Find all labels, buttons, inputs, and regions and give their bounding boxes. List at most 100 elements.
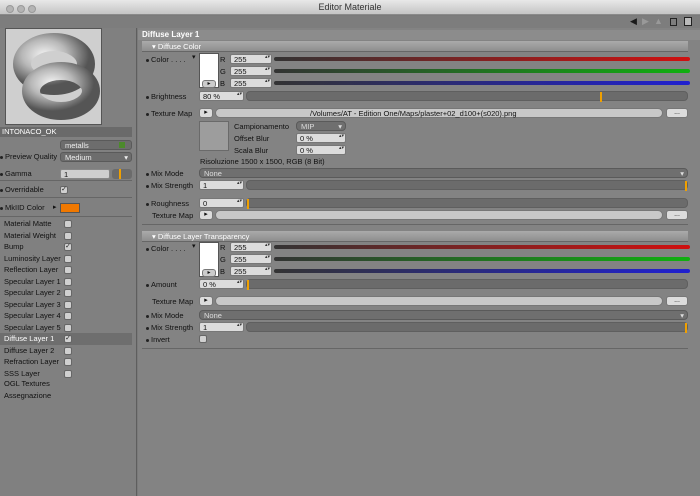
blue-slider[interactable] (274, 81, 690, 85)
channel-checkbox[interactable] (64, 289, 72, 297)
minimize-window-button[interactable] (17, 5, 25, 13)
amount-slider-handle[interactable] (247, 280, 249, 290)
campionamento-select[interactable]: MIP ▾ (296, 121, 346, 131)
blue-slider[interactable] (274, 269, 690, 273)
lock-icon[interactable] (670, 18, 677, 26)
color-menu-arrow-icon[interactable]: ▾ (192, 242, 196, 250)
channel-checkbox[interactable] (64, 358, 72, 366)
red-value-input[interactable]: 255 (230, 242, 272, 252)
material-preview[interactable] (5, 28, 102, 125)
channel-checkbox[interactable] (64, 220, 72, 228)
channel-item[interactable]: Luminosity Layer (0, 253, 132, 265)
brightness-slider[interactable] (246, 91, 688, 102)
animation-dot-icon[interactable] (146, 326, 149, 330)
invert-checkbox[interactable] (199, 335, 207, 343)
channel-checkbox[interactable] (64, 346, 72, 355)
amount-input[interactable]: 0 % (199, 279, 244, 289)
gamma-input[interactable]: 1 (60, 169, 110, 179)
channel-checkbox[interactable] (64, 369, 72, 378)
texture-menu-button[interactable]: ▸ (199, 108, 213, 118)
material-name[interactable]: INTONACO_OK (0, 127, 132, 137)
channel-checkbox[interactable] (64, 254, 72, 263)
channel-item[interactable]: Reflection Layer (0, 264, 132, 276)
amount-slider[interactable] (246, 279, 688, 290)
red-value-input[interactable]: 255 (230, 54, 272, 64)
animation-dot-icon[interactable] (146, 247, 149, 251)
texture-path-field[interactable]: /Volumes/AT - Edition One/Maps/plaster+0… (215, 108, 663, 118)
channel-checkbox[interactable] (64, 231, 72, 240)
texture-thumbnail[interactable] (199, 121, 229, 151)
transparency-texture-browse-button[interactable]: ... (666, 296, 688, 306)
green-value-input[interactable]: 255 (230, 66, 272, 76)
green-slider[interactable] (274, 257, 690, 261)
overridable-checkbox[interactable]: ✓ (60, 186, 68, 194)
channel-item[interactable]: Specular Layer 3 (0, 299, 132, 311)
new-window-icon[interactable] (684, 17, 692, 26)
expand-arrow-icon[interactable]: ▸ (53, 202, 57, 214)
animation-dot-icon[interactable] (0, 206, 3, 210)
channel-item[interactable]: Material Matte (0, 218, 132, 230)
brightness-slider-handle[interactable] (600, 92, 602, 102)
roughness-input[interactable]: 0 (199, 198, 244, 208)
channel-item[interactable]: Specular Layer 5 (0, 322, 132, 334)
offset-blur-input[interactable]: 0 % (296, 133, 346, 143)
channel-item[interactable]: Specular Layer 2 (0, 287, 132, 299)
animation-dot-icon[interactable] (146, 314, 149, 318)
back-arrow-icon[interactable]: ◀ (630, 16, 637, 27)
roughness-texture-path-field[interactable] (215, 210, 663, 220)
up-arrow-icon[interactable]: ▲ (654, 16, 663, 26)
color-menu-arrow-icon[interactable]: ▾ (192, 53, 196, 61)
animation-dot-icon[interactable] (0, 172, 3, 176)
channel-item[interactable]: Specular Layer 1 (0, 276, 132, 288)
transparency-texture-menu-button[interactable]: ▸ (199, 296, 213, 306)
channel-item[interactable]: Refraction Layer (0, 356, 132, 368)
channel-item[interactable]: Diffuse Layer 2 (0, 345, 132, 357)
animation-dot-icon[interactable] (146, 283, 149, 287)
animation-dot-icon[interactable] (146, 202, 149, 206)
channel-checkbox[interactable] (64, 312, 72, 320)
mix-strength-slider-handle[interactable] (685, 181, 687, 191)
ogl-textures-item[interactable]: OGL Textures (4, 378, 50, 390)
mip-color-swatch[interactable] (60, 203, 80, 213)
close-window-button[interactable] (6, 5, 14, 13)
animation-dot-icon[interactable] (146, 338, 149, 342)
animation-dot-icon[interactable] (0, 188, 3, 192)
roughness-slider-handle[interactable] (247, 199, 249, 209)
animation-dot-icon[interactable] (146, 58, 149, 62)
green-value-input[interactable]: 255 (230, 254, 272, 264)
zoom-window-button[interactable] (28, 5, 36, 13)
brightness-input[interactable]: 80 % (199, 91, 244, 101)
transparency-section-header[interactable]: ▾ Diffuse Layer Transparency (142, 231, 688, 242)
assegnazione-item[interactable]: Assegnazione (4, 390, 51, 402)
animation-dot-icon[interactable] (146, 172, 149, 176)
scala-blur-input[interactable]: 0 % (296, 145, 346, 155)
channel-item[interactable]: Diffuse Layer 1 ✓ (0, 333, 132, 345)
green-slider[interactable] (274, 69, 690, 73)
channel-checkbox[interactable]: ✓ (64, 335, 72, 343)
roughness-texture-menu-button[interactable]: ▸ (199, 210, 213, 220)
channel-checkbox[interactable] (64, 323, 72, 332)
channel-checkbox[interactable] (64, 300, 72, 309)
texture-browse-button[interactable]: ... (666, 108, 688, 118)
gamma-slider-handle[interactable] (119, 169, 121, 179)
channel-checkbox[interactable] (64, 266, 72, 274)
preview-quality-select[interactable]: Medium ▾ (60, 152, 132, 162)
diffuse-color-section-header[interactable]: ▾ Diffuse Color (142, 41, 688, 52)
channel-item[interactable]: Bump ✓ (0, 241, 132, 253)
red-slider[interactable] (274, 245, 690, 249)
color-picker-toggle[interactable]: ▸ (202, 269, 216, 277)
mix-strength-slider[interactable] (246, 180, 688, 191)
transparency-mix-mode-select[interactable]: None ▾ (199, 310, 688, 320)
animation-dot-icon[interactable] (146, 112, 149, 116)
animation-dot-icon[interactable] (146, 95, 149, 99)
blue-value-input[interactable]: 255 (230, 266, 272, 276)
transparency-mix-strength-slider-handle[interactable] (685, 323, 687, 333)
animation-dot-icon[interactable] (146, 184, 149, 188)
mix-mode-select[interactable]: None ▾ (199, 168, 688, 178)
transparency-mix-strength-slider[interactable] (246, 322, 688, 333)
transparency-mix-strength-input[interactable]: 1 (199, 322, 244, 332)
channel-checkbox[interactable] (64, 277, 72, 286)
gamma-slider[interactable] (112, 169, 132, 179)
channel-checkbox[interactable]: ✓ (64, 243, 72, 251)
mix-strength-input[interactable]: 1 (199, 180, 244, 190)
